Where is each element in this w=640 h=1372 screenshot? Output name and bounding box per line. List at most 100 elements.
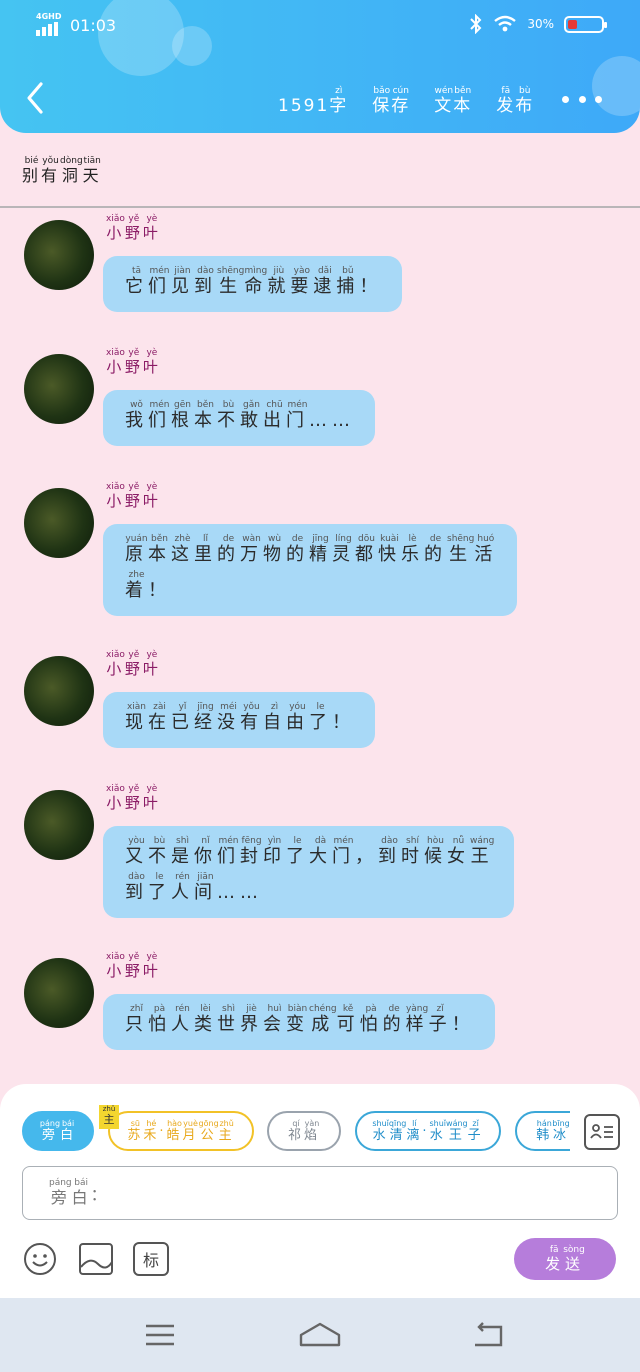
hanzi: 里 bbox=[194, 544, 217, 565]
hanzi: 了 bbox=[148, 882, 171, 903]
pinyin: fēng bbox=[240, 836, 263, 846]
hanzi: 活 bbox=[474, 544, 498, 565]
more-menu-button[interactable] bbox=[562, 86, 602, 112]
ruby-char: 着zhe bbox=[125, 570, 148, 601]
emoji-button[interactable] bbox=[22, 1242, 58, 1276]
hanzi: 叶 bbox=[142, 358, 161, 376]
pinyin: de bbox=[424, 534, 447, 544]
message-line: 只zhǐ怕pà人rén类lèi世shì界jiè会huì变biàn成chéng可k… bbox=[125, 1004, 475, 1040]
pinyin: rén bbox=[171, 872, 194, 882]
image-button[interactable] bbox=[78, 1242, 114, 1276]
hanzi: 由 bbox=[286, 712, 309, 733]
back-button[interactable] bbox=[18, 78, 52, 118]
message-bubble[interactable]: 现xiàn在zài已yǐ经jīng没méi有yǒu自zì由yóu了le！ bbox=[103, 692, 375, 748]
hanzi: 野 bbox=[124, 962, 143, 980]
message-bubble[interactable]: 它tā们mén见jiàn到dào生shēng命mìng就jiù要yào逮dǎi捕… bbox=[103, 256, 403, 312]
ruby-char: 候hòu bbox=[424, 836, 447, 867]
ruby-char: 本běn bbox=[453, 86, 472, 116]
ruby-char: 人rén bbox=[171, 1004, 194, 1035]
avatar[interactable] bbox=[24, 220, 94, 290]
pinyin: jiù bbox=[267, 266, 291, 276]
send-button[interactable]: 发fā 送sòng bbox=[514, 1238, 616, 1280]
ruby-char: ！ bbox=[452, 1014, 475, 1035]
avatar[interactable] bbox=[24, 958, 94, 1028]
pinyin: shì bbox=[171, 836, 194, 846]
hanzi: 野 bbox=[124, 660, 143, 678]
pinyin: kuài bbox=[378, 534, 401, 544]
ruby-char: 由yóu bbox=[286, 702, 309, 733]
hanzi: 的 bbox=[286, 544, 309, 565]
hanzi: ！ bbox=[148, 580, 171, 601]
role-chip-hanbing[interactable]: 韩hán 冰bīng bbox=[515, 1111, 570, 1151]
document-title[interactable]: 别bié有yǒu洞dòng天tiān bbox=[22, 156, 102, 186]
more-dots-icon bbox=[562, 95, 569, 103]
hanzi: 皓 bbox=[166, 1128, 183, 1143]
pinyin: yóu bbox=[286, 702, 309, 712]
hanzi: 界 bbox=[240, 1014, 263, 1035]
pinyin: yàng bbox=[405, 1004, 429, 1014]
pinyin: yǐ bbox=[171, 702, 194, 712]
pinyin: jiàn bbox=[171, 266, 194, 276]
avatar[interactable] bbox=[24, 488, 94, 558]
role-manager-button[interactable] bbox=[584, 1114, 620, 1150]
publish-button[interactable]: 发fā布bù bbox=[496, 86, 534, 116]
pinyin: yìn bbox=[263, 836, 286, 846]
menu-nav-button[interactable] bbox=[138, 1318, 182, 1352]
role-chip-princess[interactable]: 苏sū 禾hé · 皓hào 月yuè 公gōng 主zhǔ bbox=[108, 1111, 254, 1151]
pinyin: fā bbox=[545, 1244, 564, 1255]
hanzi: 间 bbox=[194, 882, 217, 903]
chevron-left-icon bbox=[27, 82, 43, 114]
home-nav-button[interactable] bbox=[298, 1318, 342, 1352]
ruby-char: 冰bīng bbox=[552, 1119, 569, 1143]
ruby-char: 洞dòng bbox=[60, 156, 83, 185]
message-bubble[interactable]: 只zhǐ怕pà人rén类lèi世shì界jiè会huì变biàn成chéng可k… bbox=[103, 994, 495, 1050]
avatar[interactable] bbox=[24, 790, 94, 860]
role-chip-qiyan[interactable]: 祁qí 焰yàn bbox=[267, 1111, 341, 1151]
hanzi: …… bbox=[217, 882, 263, 903]
hanzi: 已 bbox=[171, 712, 194, 733]
hanzi: 又 bbox=[125, 846, 148, 867]
pinyin: xiǎo bbox=[106, 784, 125, 794]
back-nav-button[interactable] bbox=[466, 1318, 510, 1352]
ruby-char: 野yě bbox=[125, 348, 143, 376]
hanzi: 主 bbox=[218, 1128, 235, 1143]
system-navigation-bar bbox=[0, 1298, 640, 1372]
hanzi: 水 bbox=[372, 1128, 389, 1143]
message-input[interactable]: 旁páng 白bái： bbox=[22, 1166, 618, 1220]
pinyin: bù bbox=[515, 86, 535, 96]
hanzi: 生 bbox=[217, 276, 245, 297]
hanzi: 候 bbox=[424, 846, 447, 867]
pinyin: yè bbox=[142, 214, 161, 224]
ruby-char: 的de bbox=[424, 534, 447, 565]
text-button[interactable]: 文wén本běn bbox=[434, 86, 472, 116]
role-chip-water-queen[interactable]: 水shuǐ 清qīng 漓lí · 水shuǐ 王wáng 子zǐ bbox=[355, 1111, 501, 1151]
avatar[interactable] bbox=[24, 354, 94, 424]
hanzi: 本 bbox=[194, 410, 217, 431]
ruby-char: ！ bbox=[332, 712, 355, 733]
ruby-char: 类lèi bbox=[194, 1004, 217, 1035]
ruby-char: 苏sū bbox=[127, 1119, 143, 1143]
ruby-char: …… bbox=[217, 882, 263, 903]
speaker-name: 小xiǎo野yě叶yè bbox=[106, 214, 161, 243]
hanzi: 根 bbox=[171, 410, 194, 431]
role-chip-narrator[interactable]: 旁páng 白bái bbox=[22, 1111, 94, 1151]
pinyin: wáng bbox=[470, 836, 495, 846]
message-bubble[interactable]: 我wǒ们mén根gēn本běn不bù敢gǎn出chū门mén…… bbox=[103, 390, 375, 446]
ruby-char: 我wǒ bbox=[125, 400, 148, 431]
pinyin: dòng bbox=[60, 156, 83, 166]
hanzi: 生 bbox=[447, 544, 475, 565]
speaker-name: 小xiǎo野yě叶yè bbox=[106, 952, 161, 981]
hanzi: 苏 bbox=[127, 1128, 144, 1143]
hanzi: 旁 bbox=[39, 1128, 61, 1143]
clock: 01:03 bbox=[70, 15, 117, 35]
message-bubble[interactable]: 原yuán本běn这zhè里lǐ的de万wàn物wù的de精jīng灵líng都… bbox=[103, 524, 518, 616]
message-bubble[interactable]: 又yòu不bù是shì你nǐ们mén封fēng印yìn了le大dà门mén，到d… bbox=[103, 826, 515, 918]
ruby-char: 生shēng bbox=[217, 266, 245, 297]
save-button[interactable]: 保bǎo存cún bbox=[372, 86, 410, 116]
ruby-char: 封fēng bbox=[240, 836, 263, 867]
hanzi: 没 bbox=[217, 712, 240, 733]
pinyin: qīng bbox=[388, 1119, 407, 1128]
tag-button[interactable]: 标 bbox=[133, 1242, 169, 1276]
hanzi: 变 bbox=[286, 1014, 309, 1035]
avatar[interactable] bbox=[24, 656, 94, 726]
